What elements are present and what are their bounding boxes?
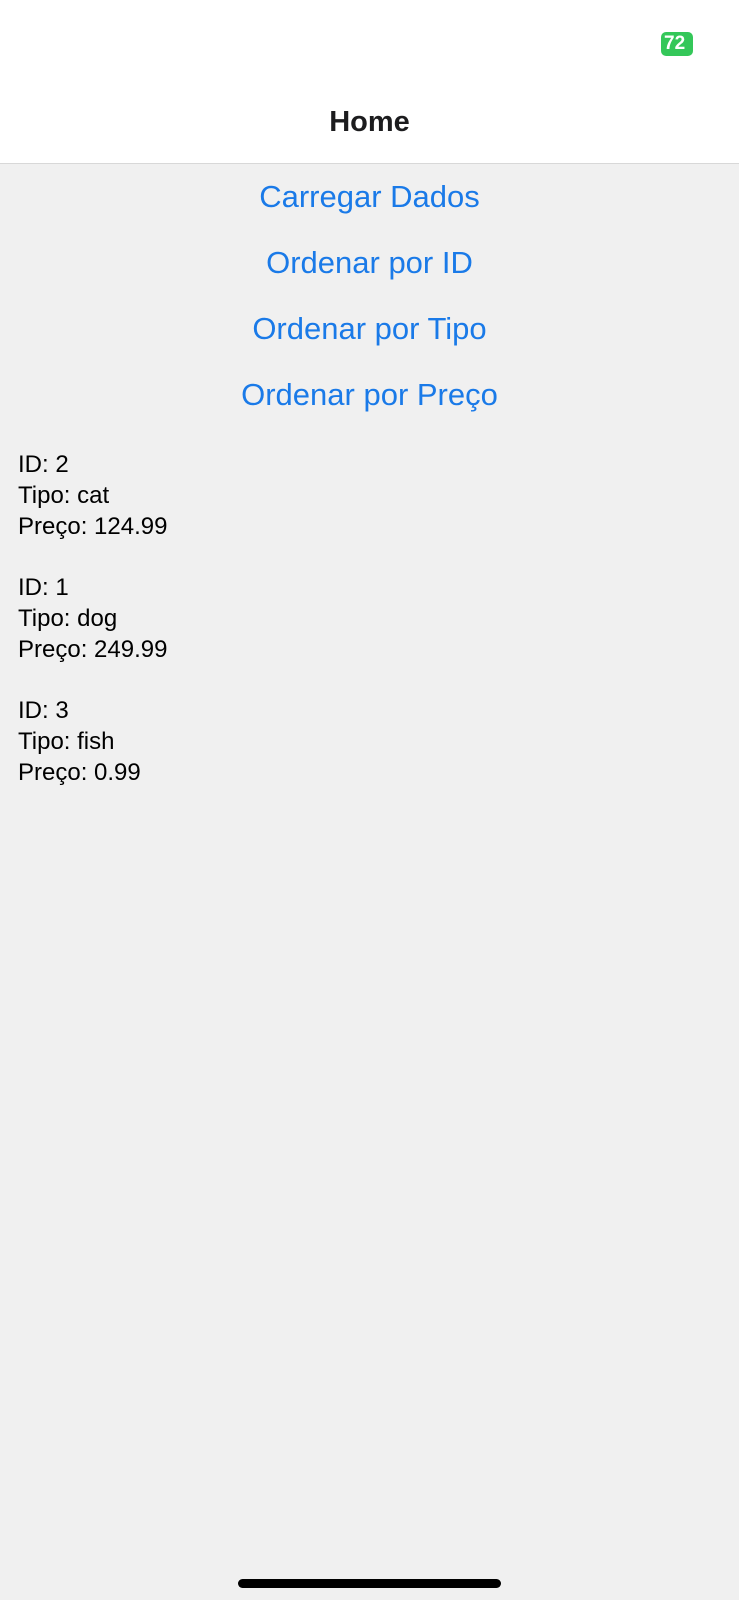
battery-icon: 72 bbox=[661, 32, 693, 56]
sort-by-type-button[interactable]: Ordenar por Tipo bbox=[242, 296, 496, 362]
pet-list: ID: 2 Tipo: cat Preço: 124.99 ID: 1 Tipo… bbox=[18, 449, 167, 818]
sort-by-id-button[interactable]: Ordenar por ID bbox=[256, 230, 483, 296]
pet-type: Tipo: dog bbox=[18, 605, 118, 632]
status-bar: 72 bbox=[0, 0, 739, 86]
pet-price: Preço: 0.99 bbox=[18, 759, 141, 786]
battery-level: 72 bbox=[664, 33, 686, 54]
navigation-bar: Home bbox=[0, 86, 739, 164]
pet-id: ID: 3 bbox=[18, 697, 69, 724]
list-item: ID: 1 Tipo: dog Preço: 249.99 bbox=[18, 572, 167, 665]
pet-id: ID: 1 bbox=[18, 574, 69, 601]
pet-type: Tipo: fish bbox=[18, 728, 115, 755]
home-indicator[interactable] bbox=[238, 1579, 501, 1588]
pet-type: Tipo: cat bbox=[18, 482, 110, 509]
action-buttons: Carregar Dados Ordenar por ID Ordenar po… bbox=[0, 164, 739, 428]
page-title: Home bbox=[329, 106, 410, 138]
pet-id: ID: 2 bbox=[18, 451, 69, 478]
pet-price: Preço: 124.99 bbox=[18, 513, 168, 540]
main-content: Carregar Dados Ordenar por ID Ordenar po… bbox=[0, 164, 739, 786]
pet-price: Preço: 249.99 bbox=[18, 636, 168, 663]
sort-by-price-button[interactable]: Ordenar por Preço bbox=[231, 362, 508, 428]
list-item: ID: 3 Tipo: fish Preço: 0.99 bbox=[18, 695, 167, 788]
load-data-button[interactable]: Carregar Dados bbox=[249, 164, 490, 230]
list-item: ID: 2 Tipo: cat Preço: 124.99 bbox=[18, 449, 167, 542]
